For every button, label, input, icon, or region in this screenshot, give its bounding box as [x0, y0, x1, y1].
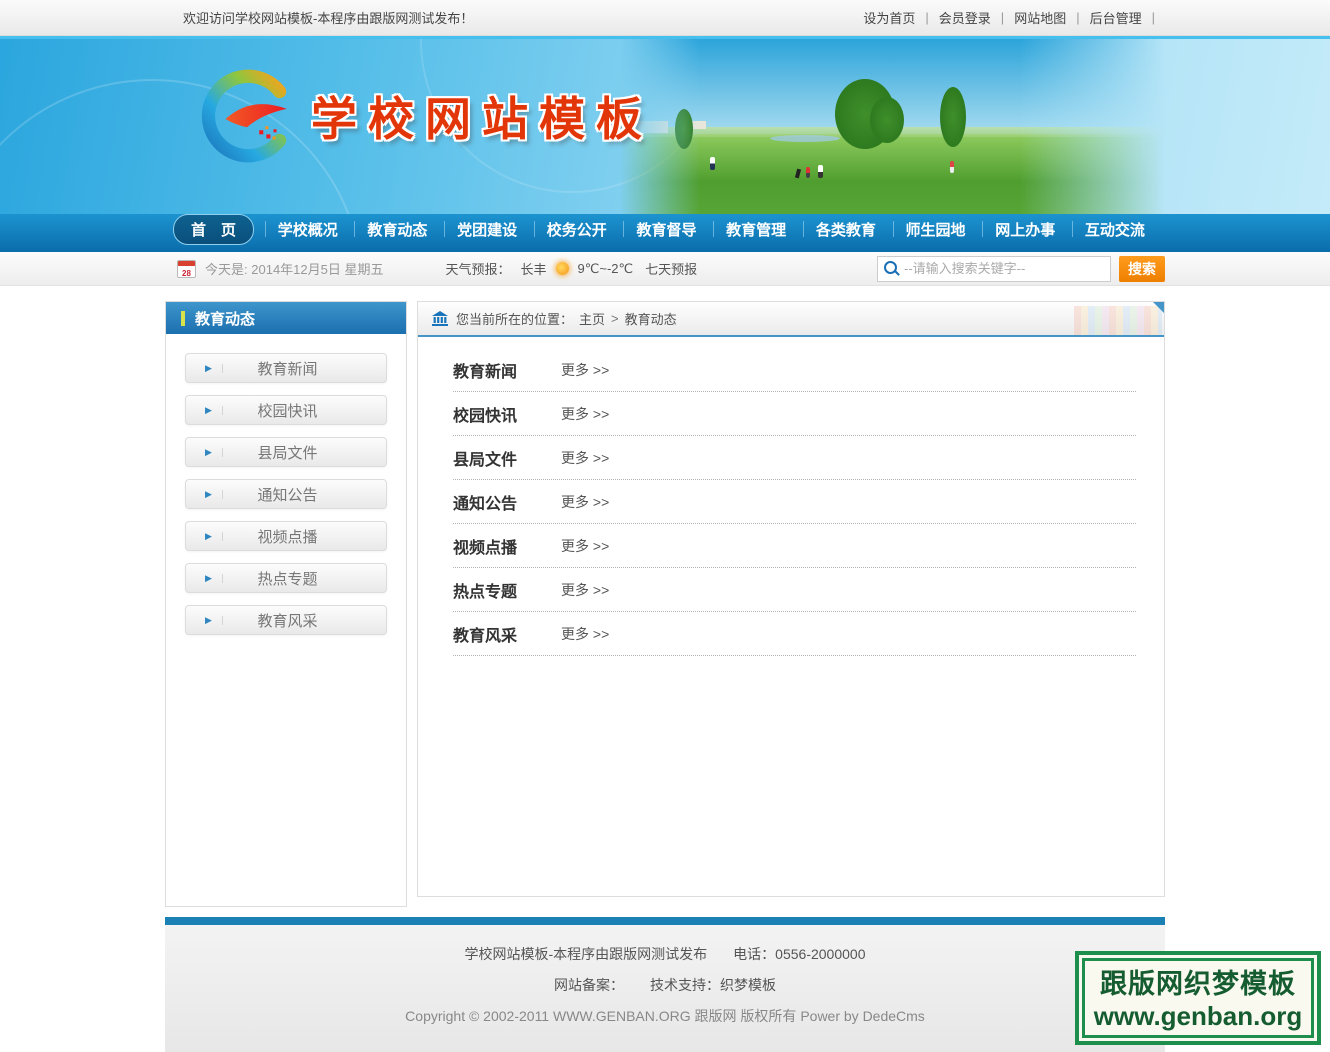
footer: 学校网站模板-本程序由跟版网测试发布电话：0556-2000000 网站备案：技… [165, 925, 1165, 1052]
section-row: 热点专题 更多 >> [453, 568, 1136, 612]
sun-icon [556, 262, 569, 275]
arrow-right-icon: ▶ [205, 364, 223, 373]
skyline-decoration [1074, 306, 1162, 335]
section-title-notices[interactable]: 通知公告 [453, 490, 539, 514]
nav-item-school-overview[interactable]: 学校概况 [266, 219, 350, 240]
weather-label: 天气预报： [446, 259, 511, 278]
footer-line1: 学校网站模板-本程序由跟版网测试发布电话：0556-2000000 [165, 944, 1165, 964]
home-icon [432, 311, 448, 326]
breadcrumb-current: 教育动态 [625, 309, 677, 328]
separator: | [1152, 10, 1155, 25]
arrow-right-icon: ▶ [205, 448, 223, 457]
sidebar-item-notices[interactable]: ▶ 通知公告 [185, 479, 387, 509]
arrow-right-icon: ▶ [205, 406, 223, 415]
section-row: 通知公告 更多 >> [453, 480, 1136, 524]
breadcrumb: 您当前所在的位置： 主页 > 教育动态 [418, 302, 1164, 337]
section-row: 教育风采 更多 >> [453, 612, 1136, 656]
nav-item-interaction[interactable]: 互动交流 [1073, 219, 1157, 240]
breadcrumb-label: 您当前所在的位置： [456, 309, 573, 328]
section-title-education-news[interactable]: 教育新闻 [453, 358, 539, 382]
topbar: 欢迎访问学校网站模板-本程序由跟版网测试发布！ 设为首页 | 会员登录 | 网站… [0, 0, 1330, 36]
nav-item-teacher-student[interactable]: 师生园地 [894, 219, 978, 240]
current-date: 今天是: 2014年12月5日 星期五 [205, 259, 384, 278]
nav-item-home[interactable]: 首 页 [173, 214, 254, 245]
nav-item-online-services[interactable]: 网上办事 [983, 219, 1067, 240]
site-logo-icon[interactable] [198, 65, 300, 172]
separator: | [925, 10, 928, 25]
separator: | [1001, 10, 1004, 25]
section-row: 视频点播 更多 >> [453, 524, 1136, 568]
section-row: 教育新闻 更多 >> [453, 348, 1136, 392]
sidebar: 教育动态 ▶ 教育新闻 ▶ 校园快讯 ▶ 县局文件 ▶ 通知公告 [165, 301, 407, 907]
sidebar-item-education-news[interactable]: ▶ 教育新闻 [185, 353, 387, 383]
corner-decoration [1153, 302, 1164, 313]
section-row: 校园快讯 更多 >> [453, 392, 1136, 436]
sidebar-item-county-documents[interactable]: ▶ 县局文件 [185, 437, 387, 467]
section-title-video[interactable]: 视频点播 [453, 534, 539, 558]
search-button[interactable]: 搜索 [1119, 256, 1165, 282]
link-admin[interactable]: 后台管理 [1090, 8, 1142, 27]
sidebar-header: 教育动态 [166, 302, 406, 334]
sidebar-item-video[interactable]: ▶ 视频点播 [185, 521, 387, 551]
main-navigation: 首 页 学校概况 教育动态 党团建设 校务公开 教育督导 教育管理 各类教育 师… [0, 214, 1330, 252]
genban-badge[interactable]: 跟版网织梦模板 www.genban.org [1075, 951, 1321, 1045]
arrow-right-icon: ▶ [205, 532, 223, 541]
link-set-homepage[interactable]: 设为首页 [863, 8, 915, 27]
more-link[interactable]: 更多 >> [561, 360, 609, 380]
badge-title: 跟版网织梦模板 [1087, 962, 1309, 1001]
nav-item-education-management[interactable]: 教育管理 [714, 219, 798, 240]
section-row: 县局文件 更多 >> [453, 436, 1136, 480]
temperature: 9℃~-2℃ [578, 261, 634, 277]
content-panel: 您当前所在的位置： 主页 > 教育动态 教育新闻 更多 >> 校园快讯 更多 >… [417, 301, 1165, 897]
accent-bar [181, 311, 185, 326]
section-title-hot-topics[interactable]: 热点专题 [453, 578, 539, 602]
breadcrumb-home-link[interactable]: 主页 [579, 309, 605, 328]
section-title-campus-news[interactable]: 校园快讯 [453, 402, 539, 426]
sidebar-title: 教育动态 [195, 308, 255, 329]
section-title-education-style[interactable]: 教育风采 [453, 622, 539, 646]
search-input[interactable] [902, 260, 1110, 277]
footer-line2: 网站备案：技术支持：织梦模板 [165, 975, 1165, 995]
nav-item-school-affairs[interactable]: 校务公开 [535, 219, 619, 240]
sidebar-item-campus-news[interactable]: ▶ 校园快讯 [185, 395, 387, 425]
more-link[interactable]: 更多 >> [561, 624, 609, 644]
sidebar-item-hot-topics[interactable]: ▶ 热点专题 [185, 563, 387, 593]
calendar-icon: 28 [177, 260, 196, 278]
more-link[interactable]: 更多 >> [561, 536, 609, 556]
footer-copyright: Copyright © 2002-2011 WWW.GENBAN.ORG 跟版网… [165, 1006, 1165, 1026]
arrow-right-icon: ▶ [205, 574, 223, 583]
separator: | [1076, 10, 1079, 25]
arrow-right-icon: ▶ [205, 616, 223, 625]
link-member-login[interactable]: 会员登录 [939, 8, 991, 27]
site-title: 学校网站模板 [311, 83, 653, 149]
nav-item-education-types[interactable]: 各类教育 [804, 219, 888, 240]
search-icon [884, 261, 897, 274]
nav-item-education-supervision[interactable]: 教育督导 [624, 219, 708, 240]
nav-item-party-building[interactable]: 党团建设 [445, 219, 529, 240]
welcome-text: 欢迎访问学校网站模板-本程序由跟版网测试发布！ [165, 8, 473, 27]
sidebar-item-education-style[interactable]: ▶ 教育风采 [185, 605, 387, 635]
nav-item-education-news[interactable]: 教育动态 [355, 219, 439, 240]
more-link[interactable]: 更多 >> [561, 492, 609, 512]
arrow-right-icon: ▶ [205, 490, 223, 499]
footer-divider-bar [165, 917, 1165, 925]
header-banner: 学校网站模板 [0, 36, 1330, 214]
badge-url: www.genban.org [1087, 1001, 1309, 1032]
search-box: 搜索 [877, 256, 1165, 282]
topbar-links: 设为首页 | 会员登录 | 网站地图 | 后台管理 | [863, 8, 1165, 27]
weather-city: 长丰 [521, 259, 547, 278]
seven-day-forecast-link[interactable]: 七天预报 [645, 259, 697, 278]
more-link[interactable]: 更多 >> [561, 448, 609, 468]
weather-info: 天气预报： 长丰 9℃~-2℃ 七天预报 [446, 259, 698, 278]
link-sitemap[interactable]: 网站地图 [1014, 8, 1066, 27]
more-link[interactable]: 更多 >> [561, 404, 609, 424]
section-title-county-documents[interactable]: 县局文件 [453, 446, 539, 470]
info-bar: 28 今天是: 2014年12月5日 星期五 天气预报： 长丰 9℃~-2℃ 七… [0, 252, 1330, 286]
more-link[interactable]: 更多 >> [561, 580, 609, 600]
